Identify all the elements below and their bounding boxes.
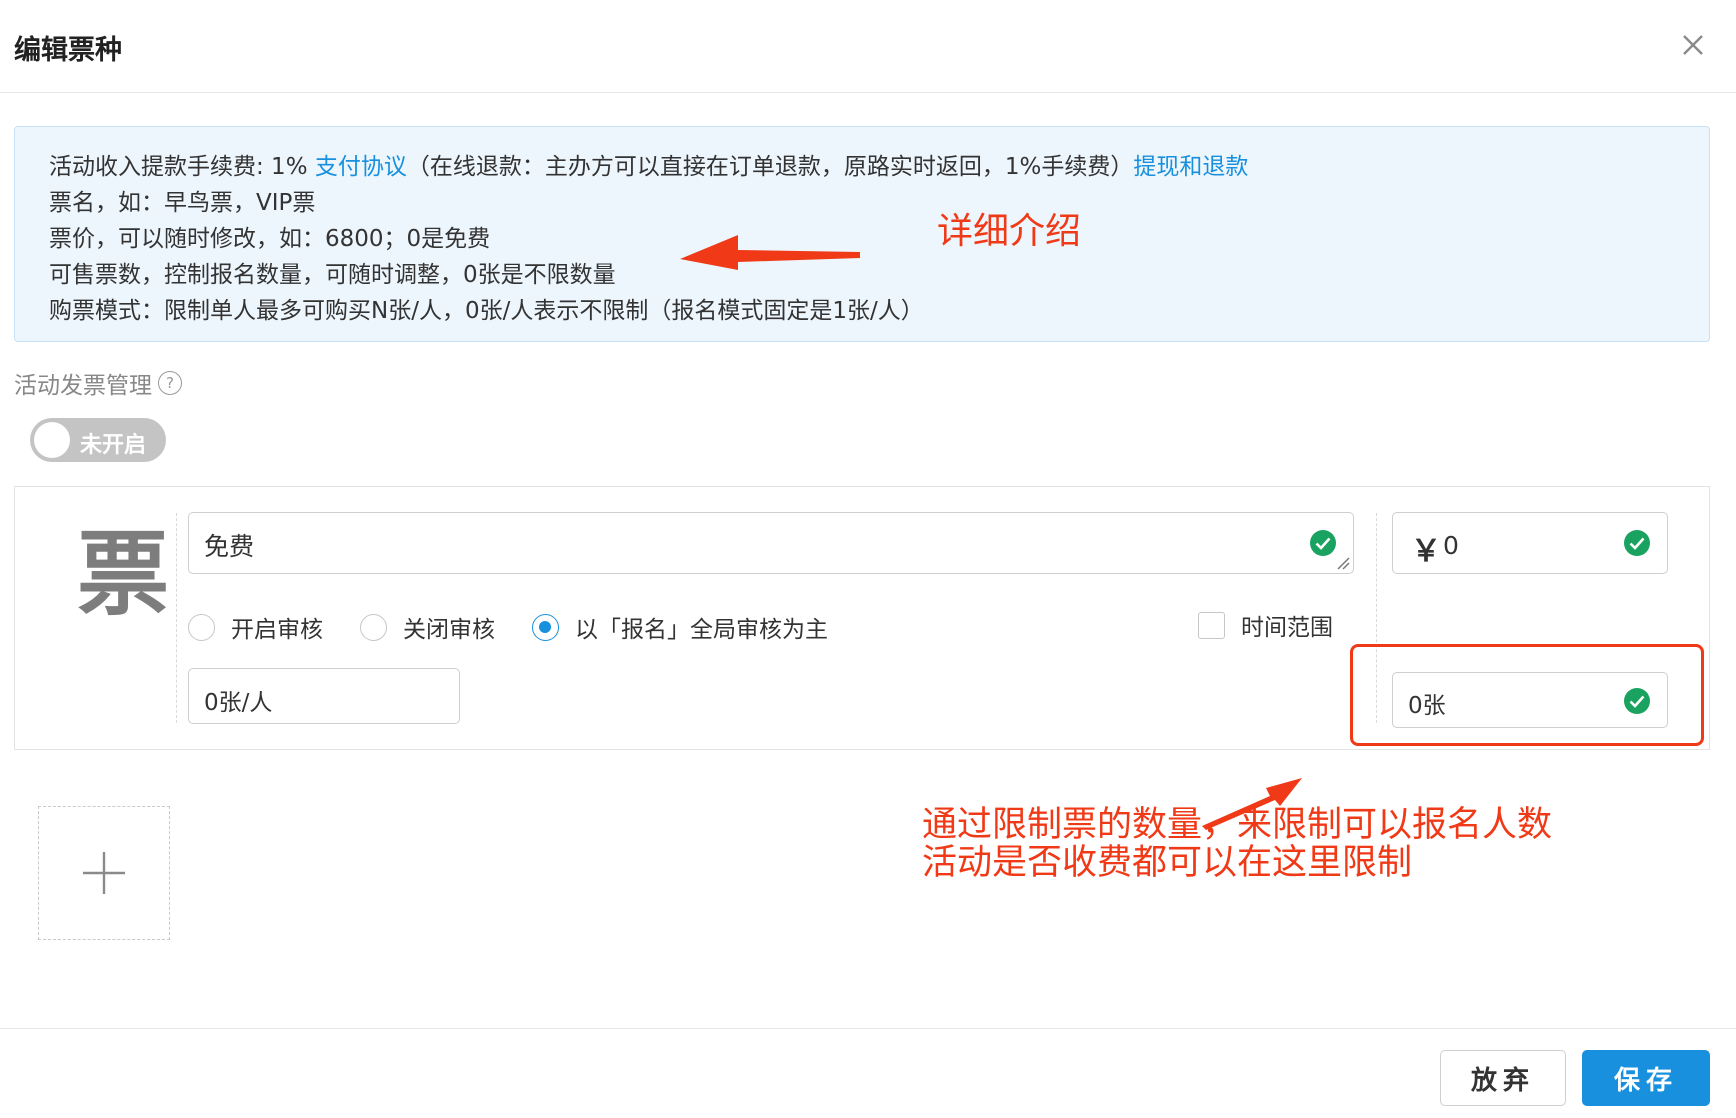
- info-ticket-quantity-line: 可售票数，控制报名数量，可随时调整，0张是不限数量: [49, 262, 616, 288]
- resize-handle-icon[interactable]: [1336, 556, 1350, 570]
- dialog-header: 编辑票种: [0, 0, 1736, 93]
- ticket-icon: 票: [77, 521, 170, 628]
- save-button[interactable]: 保存: [1582, 1050, 1710, 1106]
- radio-label: 关闭审核: [403, 617, 495, 643]
- radio-button[interactable]: [188, 613, 215, 641]
- invoice-management-label: 活动发票管理 ?: [14, 366, 182, 400]
- highlight-box: [1350, 644, 1704, 746]
- time-range-label: 时间范围: [1241, 615, 1333, 641]
- close-button[interactable]: [1676, 28, 1710, 62]
- add-ticket-button[interactable]: [38, 806, 170, 940]
- dialog-title: 编辑票种: [14, 35, 122, 66]
- currency-symbol: ￥: [1411, 534, 1441, 569]
- annotation-detail: 详细介绍: [937, 211, 1082, 252]
- info-panel: 活动收入提款手续费: 1% 支付协议（在线退款：主办方可以直接在订单退款，原路实…: [14, 126, 1710, 342]
- close-icon: [1683, 35, 1703, 55]
- annotation-arrow-left-icon: [680, 235, 860, 270]
- divider: [176, 513, 177, 723]
- ticket-name-value: 免费: [204, 532, 255, 561]
- time-range-checkbox[interactable]: 时间范围: [1198, 608, 1333, 642]
- info-ticket-name-line: 票名，如：早鸟票，VIP票: [49, 190, 316, 216]
- annotation-limit-line2: 活动是否收费都可以在这里限制: [922, 843, 1413, 883]
- info-purchase-mode-line: 购票模式：限制单人最多可购买N张/人，0张/人表示不限制（报名模式固定是1张/人…: [49, 298, 924, 324]
- payment-agreement-link[interactable]: 支付协议: [315, 154, 407, 180]
- checkbox-box[interactable]: [1198, 611, 1225, 639]
- withdraw-refund-link[interactable]: 提现和退款: [1133, 154, 1248, 180]
- invoice-label-text: 活动发票管理: [14, 373, 152, 399]
- radio-label: 以「报名」全局审核为主: [575, 617, 828, 643]
- info-ticket-price-line: 票价，可以随时修改，如：6800；0是免费: [49, 226, 491, 252]
- annotation-limit-line1: 通过限制票的数量，来限制可以报名人数: [922, 805, 1553, 845]
- review-option-disable[interactable]: 关闭审核: [360, 610, 495, 644]
- check-circle-icon: [1310, 530, 1336, 556]
- review-option-enable[interactable]: 开启审核: [188, 610, 323, 644]
- plus-icon: [83, 852, 125, 894]
- invoice-toggle[interactable]: 未开启: [30, 418, 166, 462]
- per-person-limit-value: 0张/人: [204, 690, 273, 716]
- radio-label: 开启审核: [231, 617, 323, 643]
- ticket-price-input[interactable]: ￥ 0: [1392, 512, 1668, 574]
- help-icon[interactable]: ?: [158, 371, 182, 395]
- radio-button[interactable]: [360, 613, 387, 641]
- radio-button[interactable]: [532, 613, 559, 641]
- info-fee-line: 活动收入提款手续费: 1% 支付协议（在线退款：主办方可以直接在订单退款，原路实…: [49, 147, 1248, 181]
- review-option-global[interactable]: 以「报名」全局审核为主: [532, 610, 828, 644]
- toggle-knob: [34, 422, 70, 458]
- ticket-name-input[interactable]: 免费: [188, 512, 1354, 574]
- toggle-label: 未开启: [80, 433, 147, 458]
- ticket-price-value: 0: [1443, 531, 1459, 560]
- info-fee-text: 活动收入提款手续费: 1%: [49, 154, 315, 180]
- check-circle-icon: [1624, 530, 1650, 556]
- cancel-button[interactable]: 放弃: [1440, 1050, 1566, 1106]
- dialog-footer-divider: [0, 1028, 1736, 1029]
- info-refund-text: （在线退款：主办方可以直接在订单退款，原路实时返回，1%手续费）: [406, 154, 1134, 180]
- per-person-limit-input[interactable]: 0张/人: [188, 668, 460, 724]
